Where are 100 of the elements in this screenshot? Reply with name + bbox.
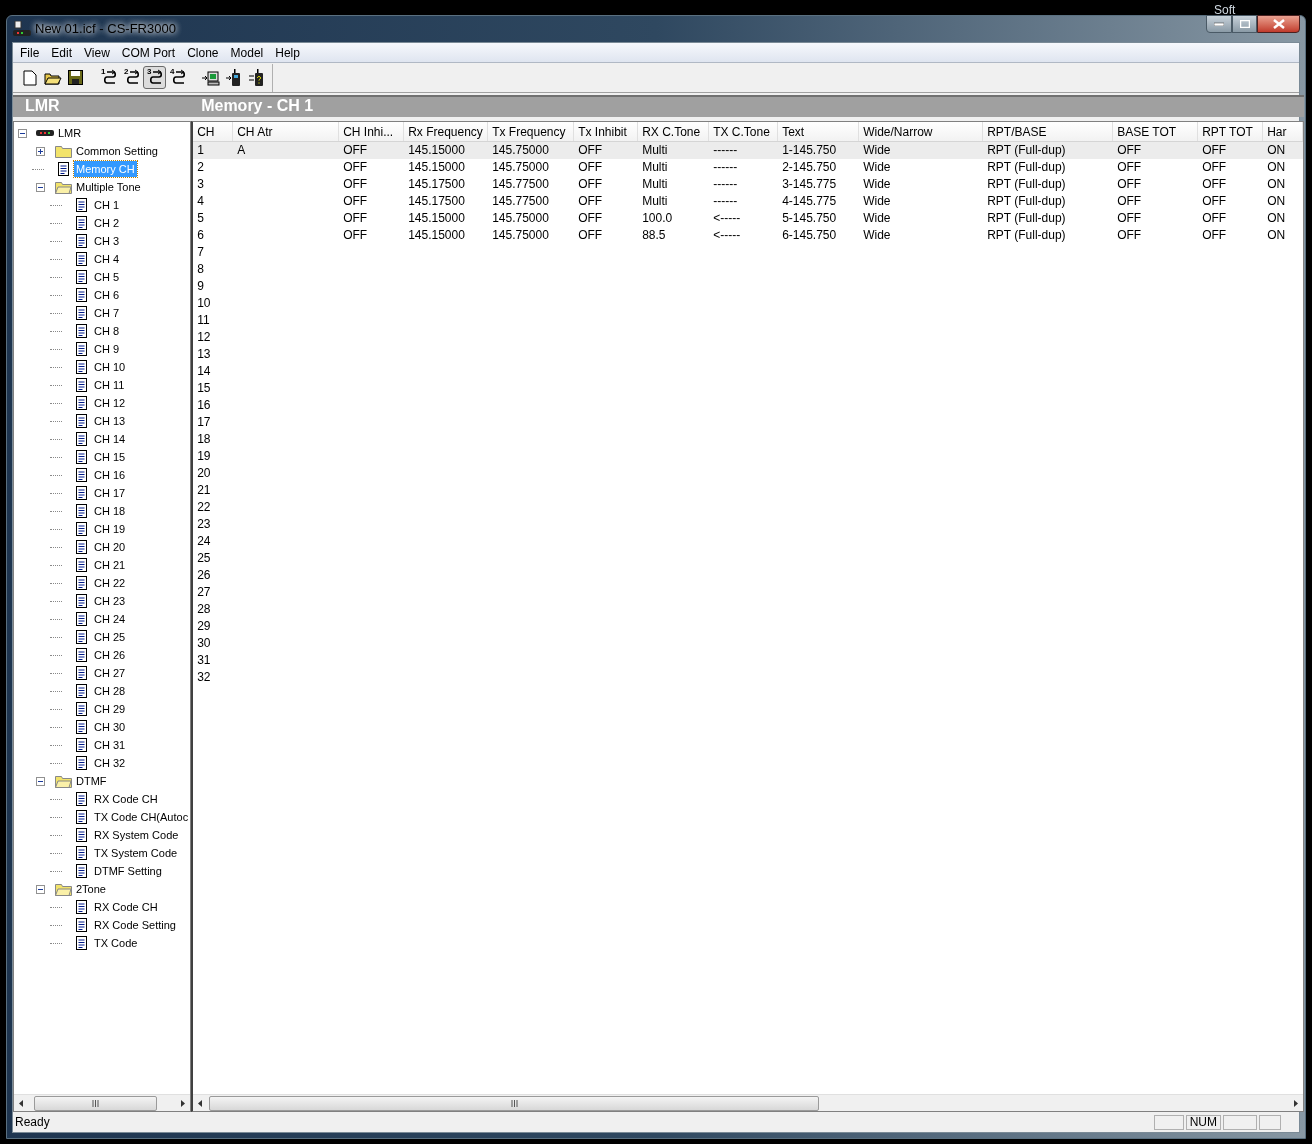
menu-item[interactable]: View — [78, 43, 116, 62]
tree-item[interactable]: CH 27 — [92, 665, 128, 681]
table-cell: 27 — [197, 585, 211, 599]
tree-item[interactable]: CH 23 — [92, 593, 128, 609]
tree-item[interactable]: CH 14 — [92, 431, 128, 447]
tree-item[interactable]: 2Tone — [74, 881, 108, 897]
column-header[interactable]: Tx Inhibit — [574, 122, 639, 141]
table-cell: Wide — [863, 177, 891, 191]
table-cell: RPT (Full-dup) — [987, 160, 1066, 174]
tree-item[interactable]: CH 30 — [92, 719, 128, 735]
menu-item[interactable]: Clone — [181, 43, 225, 62]
column-header[interactable]: Rx Frequency — [404, 122, 489, 141]
menu-item[interactable]: File — [14, 43, 46, 62]
table-cell: 26 — [197, 568, 211, 582]
horizontal-scrollbar[interactable] — [14, 1094, 191, 1111]
tree-item[interactable]: CH 24 — [92, 611, 128, 627]
document-icon — [75, 756, 87, 770]
tree-item[interactable]: CH 19 — [92, 521, 128, 537]
collapse-toggle[interactable] — [36, 182, 45, 192]
close-button[interactable] — [1257, 15, 1300, 33]
clone-button[interactable]: 3 — [143, 66, 166, 89]
menu-item[interactable]: Help — [269, 43, 306, 62]
tree-item[interactable]: CH 18 — [92, 503, 128, 519]
tree-item[interactable]: RX System Code — [92, 827, 181, 843]
collapse-toggle[interactable] — [36, 776, 45, 786]
table-cell: OFF — [578, 228, 603, 242]
tree-item[interactable]: CH 12 — [92, 395, 128, 411]
tree-item[interactable]: CH 26 — [92, 647, 128, 663]
table-row[interactable]: 1 A OFF 145.15000 145.75000 OFF Multi ------ 1-145.750 Wide RPT (Full-dup) OFF OFF ON — [193, 142, 1304, 159]
tree-item[interactable]: CH 28 — [92, 683, 128, 699]
scrollbar-thumb[interactable] — [34, 1095, 157, 1111]
table-cell: 145.17500 — [408, 177, 465, 191]
tree-item[interactable]: CH 13 — [92, 413, 128, 429]
column-header[interactable]: Text — [778, 122, 860, 141]
clone-button[interactable]: 1 — [97, 66, 120, 89]
tree-item[interactable]: CH 1 — [92, 197, 122, 213]
clone-button[interactable]: 4 — [166, 66, 189, 89]
column-header[interactable]: Tx Frequency — [488, 122, 575, 141]
tree-item[interactable]: TX Code CH(Autoc — [92, 809, 191, 825]
column-header[interactable]: CH — [193, 122, 234, 141]
menu-item[interactable]: COM Port — [115, 43, 182, 62]
tree-item[interactable]: DTMF Setting — [92, 863, 164, 879]
table-cell: OFF — [578, 143, 603, 157]
minimize-button[interactable] — [1206, 15, 1232, 33]
collapse-toggle[interactable] — [36, 884, 45, 894]
tree-item[interactable]: CH 21 — [92, 557, 128, 573]
document-icon — [75, 324, 87, 338]
scrollbar-thumb[interactable] — [209, 1095, 820, 1111]
tree-item[interactable]: CH 4 — [92, 251, 122, 267]
table-cell: ON — [1267, 194, 1286, 208]
tree-item[interactable]: CH 3 — [92, 233, 122, 249]
tree-item[interactable]: CH 15 — [92, 449, 128, 465]
collapse-toggle[interactable] — [18, 128, 27, 138]
tree-item[interactable]: CH 11 — [92, 377, 127, 393]
tree-item[interactable]: CH 6 — [92, 287, 122, 303]
tree-item[interactable]: CH 2 — [92, 215, 122, 231]
tree-item[interactable]: CH 16 — [92, 467, 128, 483]
tree-item[interactable]: CH 9 — [92, 341, 122, 357]
tree-item[interactable]: RX Code CH — [92, 791, 160, 807]
tree-item[interactable]: CH 5 — [92, 269, 122, 285]
column-header[interactable]: CH Atr — [233, 122, 340, 141]
tree-item[interactable]: DTMF — [74, 773, 109, 789]
tree-item[interactable]: TX System Code — [92, 845, 180, 861]
table-cell: 24 — [197, 534, 211, 548]
table-cell: 3 — [197, 177, 204, 191]
document-icon — [75, 684, 87, 698]
tree-item[interactable]: CH 31 — [92, 737, 128, 753]
column-header[interactable]: CH Inhi... — [339, 122, 405, 141]
table-cell: 2-145.750 — [782, 160, 837, 174]
tree-item[interactable]: LMR — [56, 125, 84, 141]
cable-icon — [101, 68, 119, 87]
tree-item[interactable]: CH 8 — [92, 323, 122, 339]
tree-item[interactable]: CH 10 — [92, 359, 128, 375]
document-icon — [75, 576, 87, 590]
tree-item[interactable]: Multiple Tone — [74, 179, 143, 195]
tree-item[interactable]: CH 17 — [92, 485, 128, 501]
tree-item[interactable]: Common Setting — [74, 143, 160, 159]
tree-item[interactable]: CH 22 — [92, 575, 128, 591]
horizontal-scrollbar[interactable] — [193, 1094, 1304, 1111]
clone-button[interactable]: 2 — [120, 66, 143, 89]
expand-toggle[interactable] — [36, 146, 45, 156]
tree-item[interactable]: RX Code Setting — [92, 917, 178, 933]
menu-item[interactable]: Edit — [45, 43, 79, 62]
tree-item[interactable]: TX Code — [92, 935, 140, 951]
maximize-button[interactable] — [1232, 15, 1257, 33]
column-header[interactable]: RX C.Tone — [638, 122, 710, 141]
column-header[interactable]: Har — [1263, 122, 1304, 141]
tree-item[interactable]: CH 7 — [92, 305, 122, 321]
column-header[interactable]: RPT TOT — [1198, 122, 1264, 141]
tree-item[interactable]: CH 25 — [92, 629, 128, 645]
grip-icon — [92, 1099, 99, 1107]
column-header[interactable]: BASE TOT — [1113, 122, 1199, 141]
tree-item[interactable]: CH 29 — [92, 701, 128, 717]
menu-item[interactable]: Model — [224, 43, 270, 62]
tree-item[interactable]: CH 32 — [92, 755, 128, 771]
tree-item[interactable]: CH 20 — [92, 539, 128, 555]
column-header[interactable]: RPT/BASE — [983, 122, 1114, 141]
tree-item[interactable]: RX Code CH — [92, 899, 160, 915]
column-header[interactable]: TX C.Tone — [709, 122, 779, 141]
column-header[interactable]: Wide/Narrow — [859, 122, 984, 141]
